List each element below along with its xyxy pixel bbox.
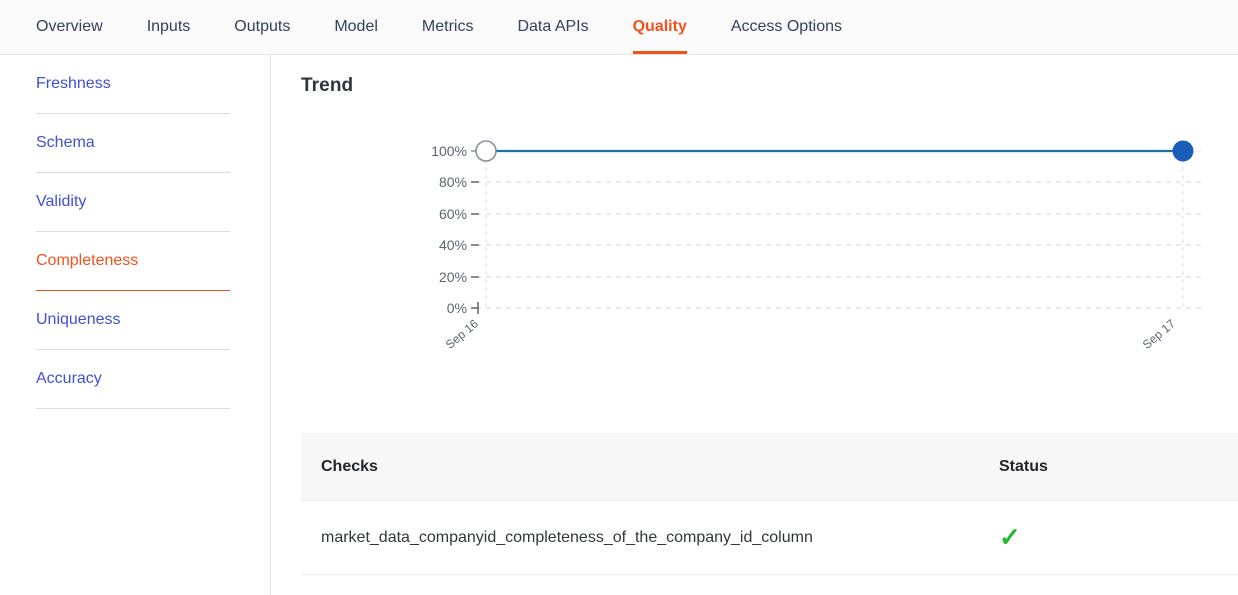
chart-ytick-label: 60% — [439, 206, 467, 222]
column-header-status: Status — [999, 433, 1238, 501]
quality-sidebar: Freshness Schema Validity Completeness U… — [0, 55, 271, 595]
chart-gridlines-vertical — [485, 151, 1184, 311]
checks-table: Checks Status market_data_companyid_comp… — [301, 433, 1238, 575]
tab-access-options-label: Access Options — [730, 18, 842, 35]
checks-table-head: Checks Status — [301, 433, 1238, 501]
trend-chart-svg: 100% 80% 60% 40% 20% 0% Sep 16 Sep 17 — [431, 140, 1201, 352]
tab-access-options[interactable]: Access Options — [731, 0, 842, 54]
sidebar-item-label: Validity — [36, 193, 87, 210]
tab-data-apis[interactable]: Data APIs — [517, 0, 588, 54]
chart-ytick-label: 0% — [447, 300, 467, 316]
sidebar-item-freshness[interactable]: Freshness — [36, 55, 230, 114]
tab-outputs-label: Outputs — [234, 18, 291, 35]
tab-metrics[interactable]: Metrics — [422, 0, 474, 54]
tab-overview-label: Overview — [36, 18, 103, 35]
chart-xtick-label: Sep 16 — [443, 316, 481, 351]
check-name-cell: market_data_companyid_completeness_of_th… — [301, 500, 999, 575]
tab-quality-label: Quality — [632, 18, 687, 35]
sidebar-item-label: Freshness — [36, 75, 111, 92]
tab-inputs[interactable]: Inputs — [147, 0, 191, 54]
checks-table-body: market_data_companyid_completeness_of_th… — [301, 500, 1238, 575]
column-header-checks: Checks — [301, 433, 999, 501]
sidebar-item-label: Schema — [36, 134, 95, 151]
primary-tab-bar: Overview Inputs Outputs Model Metrics Da… — [0, 0, 1238, 55]
sidebar-item-label: Completeness — [36, 252, 139, 269]
trend-chart: 100% 80% 60% 40% 20% 0% Sep 16 Sep 17 — [301, 111, 1238, 411]
tab-inputs-label: Inputs — [146, 18, 191, 35]
check-status-cell: ✓ — [999, 500, 1238, 575]
chart-ytick-label: 40% — [439, 237, 467, 253]
chart-data-point-sep-17[interactable] — [1172, 140, 1194, 162]
sidebar-item-label: Uniqueness — [36, 311, 121, 328]
tab-data-apis-label: Data APIs — [517, 18, 589, 35]
checks-table-header-row: Checks Status — [301, 433, 1238, 501]
chart-data-point-sep-16[interactable] — [475, 140, 497, 162]
tab-model-label: Model — [334, 18, 378, 35]
sidebar-item-uniqueness[interactable]: Uniqueness — [36, 291, 230, 350]
page-body: Freshness Schema Validity Completeness U… — [0, 55, 1238, 595]
tab-metrics-label: Metrics — [421, 18, 474, 35]
table-row[interactable]: market_data_companyid_completeness_of_th… — [301, 500, 1238, 575]
sidebar-item-label: Accuracy — [36, 370, 102, 387]
chart-gridlines-horizontal — [476, 150, 1201, 309]
sidebar-item-schema[interactable]: Schema — [36, 114, 230, 173]
chart-ytick-label: 100% — [431, 143, 467, 159]
page-title: Trend — [301, 75, 354, 96]
chart-ytick-label: 80% — [439, 174, 467, 190]
chart-y-axis — [471, 150, 479, 314]
tab-model[interactable]: Model — [334, 0, 378, 54]
chart-xtick-label: Sep 17 — [1140, 316, 1178, 351]
sidebar-item-validity[interactable]: Validity — [36, 173, 230, 232]
tab-quality[interactable]: Quality — [632, 0, 688, 54]
tab-outputs[interactable]: Outputs — [234, 0, 290, 54]
chart-ytick-label: 20% — [439, 269, 467, 285]
status-check-icon: ✓ — [999, 522, 1021, 552]
tab-overview[interactable]: Overview — [36, 0, 103, 54]
sidebar-item-completeness[interactable]: Completeness — [36, 232, 230, 291]
quality-content: Trend 100% 80% 60% 40% 20% 0% Sep 16 Sep… — [271, 55, 1238, 595]
sidebar-item-accuracy[interactable]: Accuracy — [36, 350, 230, 409]
